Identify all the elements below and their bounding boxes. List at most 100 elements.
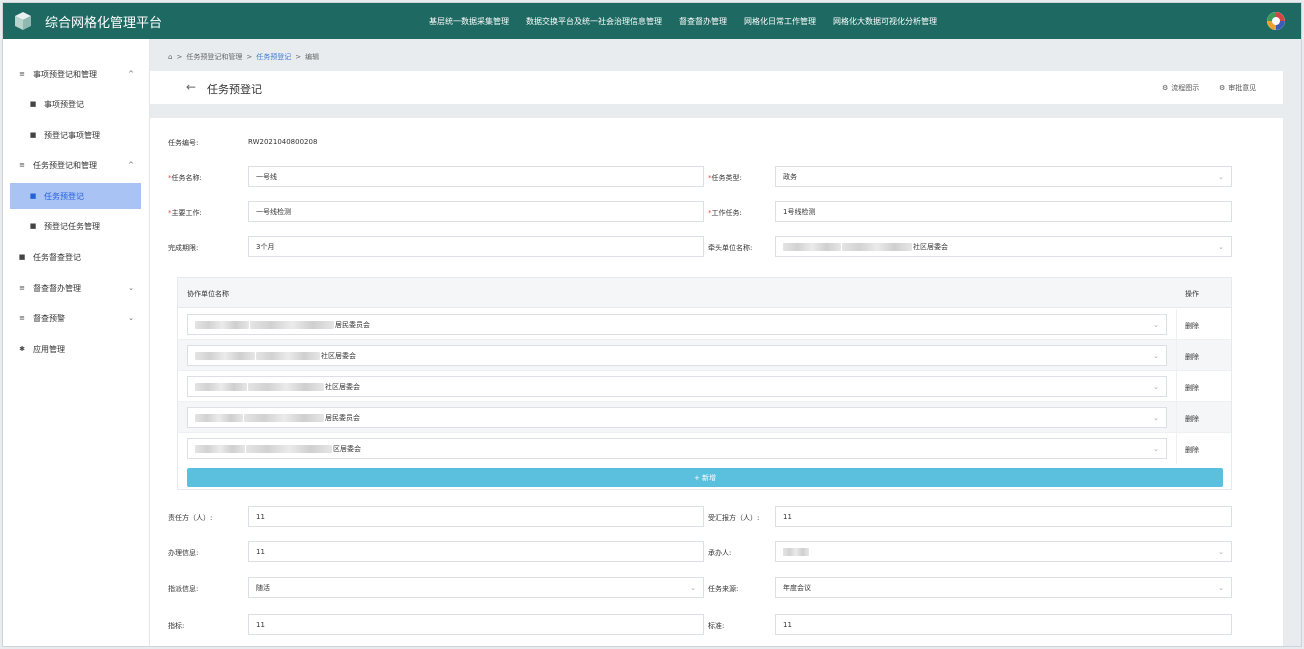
chevron-down-icon: ⌄: [128, 314, 134, 322]
handle-info-input[interactable]: 11: [248, 541, 704, 562]
dispatch-label: 指派信息:: [168, 585, 199, 593]
chevron-down-icon: ⌄: [1218, 584, 1224, 592]
standard-label: 标准:: [708, 622, 725, 630]
delete-button[interactable]: 删除: [1185, 445, 1199, 455]
table-row: 社区居委会 ⌄ 删除: [178, 340, 1231, 371]
page-title: 任务预登记: [207, 83, 262, 96]
cube-logo-icon: [15, 12, 31, 30]
table-row: 居民委员会 ⌄ 删除: [178, 402, 1231, 433]
sidebar-item-item-preregister[interactable]: ■ 事项预登记: [3, 91, 150, 117]
co-units-table: 协作单位名称 操作 居民委员会 ⌄ 删除 社区居委会 ⌄ 删除 社区居委会 ⌄ …: [177, 277, 1232, 490]
sidebar-item-task-manage[interactable]: ■ 预登记任务管理: [3, 213, 150, 239]
app-title: 综合网格化管理平台: [45, 15, 163, 31]
home-icon[interactable]: ⌂: [168, 53, 172, 61]
top-nav: 基层统一数据采集管理 数据交换平台及统一社会治理信息管理 督查督办管理 网格化日…: [429, 3, 954, 39]
nav-data-collection[interactable]: 基层统一数据采集管理: [429, 16, 509, 27]
task-no-label: 任务编号:: [168, 139, 199, 147]
main-work-input[interactable]: 一号线检测: [248, 201, 704, 222]
redacted-text: [842, 242, 912, 251]
responsible-input[interactable]: 11: [248, 506, 704, 527]
gear-icon: ⚙: [1219, 84, 1226, 92]
indicator-input[interactable]: 11: [248, 614, 704, 635]
list-icon: ≡: [19, 284, 25, 292]
doc-icon: ■: [29, 192, 37, 200]
delete-button[interactable]: 删除: [1185, 321, 1199, 331]
chevron-down-icon: ⌄: [128, 284, 134, 292]
indicator-label: 指标:: [168, 622, 185, 630]
sidebar-item-app-manage[interactable]: ✱ 应用管理: [3, 336, 150, 362]
sidebar-item-label: 事项预登记和管理: [33, 69, 97, 79]
dispatch-select[interactable]: 随活 ⌄: [248, 577, 704, 598]
chevron-down-icon: ⌄: [1153, 445, 1159, 453]
source-select[interactable]: 年度会议 ⌄: [775, 577, 1232, 598]
deadline-label: 完成期限:: [168, 244, 199, 252]
standard-input[interactable]: 11: [775, 614, 1232, 635]
list-icon: ≡: [19, 314, 25, 322]
co-unit-select[interactable]: 居民委员会 ⌄: [187, 407, 1167, 428]
delete-button[interactable]: 删除: [1185, 414, 1199, 424]
sidebar-item-label: 事项预登记: [44, 99, 84, 109]
task-type-select[interactable]: 政务 ⌄: [775, 166, 1232, 187]
sidebar-item-label: 预登记任务管理: [44, 221, 100, 231]
sidebar-group-task-preregistration[interactable]: ≡ 任务预登记和管理 ^: [3, 152, 150, 178]
delete-button[interactable]: 删除: [1185, 352, 1199, 362]
top-bar: 综合网格化管理平台 基层统一数据采集管理 数据交换平台及统一社会治理信息管理 督…: [3, 3, 1301, 39]
source-label: 任务来源:: [708, 585, 739, 593]
work-task-input[interactable]: 1号线检测: [775, 201, 1232, 222]
list-icon: ≡: [19, 70, 25, 78]
nav-data-exchange[interactable]: 数据交换平台及统一社会治理信息管理: [526, 16, 662, 27]
sidebar-item-task-preregister[interactable]: ■ 任务预登记: [10, 183, 141, 209]
user-avatar[interactable]: [1267, 12, 1285, 30]
breadcrumb-item[interactable]: 任务预登记和管理: [186, 52, 242, 62]
main-work-label: *主要工作:: [168, 209, 202, 217]
chevron-up-icon: ^: [128, 70, 134, 78]
sidebar-item-task-inspection[interactable]: ■ 任务督查登记: [3, 244, 150, 270]
chevron-down-icon: ⌄: [1153, 383, 1159, 391]
nav-supervision[interactable]: 督查督办管理: [679, 16, 727, 27]
approval-opinion-button[interactable]: ⚙ 审批意见: [1219, 83, 1256, 93]
sidebar-item-label: 应用管理: [33, 344, 65, 354]
list-icon: ≡: [19, 161, 25, 169]
gear-icon: ✱: [19, 345, 25, 353]
lead-unit-select[interactable]: 社区居委会 ⌄: [775, 236, 1232, 257]
lead-unit-label: 牵头单位名称:: [708, 244, 753, 252]
breadcrumb-current: 编辑: [305, 53, 320, 61]
chevron-down-icon: ⌄: [1218, 548, 1224, 556]
co-unit-select[interactable]: 区居委会 ⌄: [187, 438, 1167, 459]
table-row: 区居委会 ⌄ 删除: [178, 433, 1231, 464]
doc-icon: ■: [29, 100, 37, 108]
sidebar-group-item-preregistration[interactable]: ≡ 事项预登记和管理 ^: [3, 61, 150, 87]
sidebar-group-supervision[interactable]: ≡ 督查督办管理 ⌄: [3, 275, 150, 301]
task-type-label: *任务类型:: [708, 174, 742, 182]
doc-icon: ■: [29, 222, 37, 230]
redacted-text: [783, 547, 809, 556]
co-unit-select[interactable]: 社区居委会 ⌄: [187, 376, 1167, 397]
chevron-down-icon: ⌄: [1218, 243, 1224, 251]
flowchart-button[interactable]: ⚙ 流程图示: [1162, 83, 1199, 93]
co-unit-select[interactable]: 社区居委会 ⌄: [187, 345, 1167, 366]
deadline-input[interactable]: 3个月: [248, 236, 704, 257]
sidebar-group-warning[interactable]: ≡ 督查预警 ⌄: [3, 305, 150, 331]
breadcrumb-item[interactable]: 任务预登记: [256, 52, 291, 62]
nav-bigdata[interactable]: 网格化大数据可视化分析管理: [833, 16, 937, 27]
sidebar-item-item-manage[interactable]: ■ 预登记事项管理: [3, 122, 150, 148]
responsible-label: 责任方（人）:: [168, 514, 213, 522]
breadcrumb: ⌂ > 任务预登记和管理 > 任务预登记 > 编辑: [168, 52, 320, 62]
task-name-input[interactable]: 一号线: [248, 166, 704, 187]
work-task-label: *工作任务:: [708, 209, 742, 217]
gear-icon: ⚙: [1162, 84, 1169, 92]
handler-label: 承办人:: [708, 549, 732, 557]
chevron-down-icon: ⌄: [1153, 414, 1159, 422]
handler-select[interactable]: ⌄: [775, 541, 1232, 562]
report-to-input[interactable]: 11: [775, 506, 1232, 527]
sidebar-item-label: 任务预登记: [44, 191, 84, 201]
back-arrow-icon[interactable]: ←: [186, 80, 196, 94]
table-header: 协作单位名称 操作: [178, 278, 1231, 308]
delete-button[interactable]: 删除: [1185, 383, 1199, 393]
co-unit-select[interactable]: 居民委员会 ⌄: [187, 314, 1167, 335]
sidebar-item-label: 督查预警: [33, 313, 65, 323]
handle-info-label: 办理信息:: [168, 549, 199, 557]
add-co-unit-button[interactable]: + 新增: [187, 468, 1223, 487]
doc-icon: ■: [29, 131, 37, 139]
nav-daily-work[interactable]: 网格化日常工作管理: [744, 16, 816, 27]
